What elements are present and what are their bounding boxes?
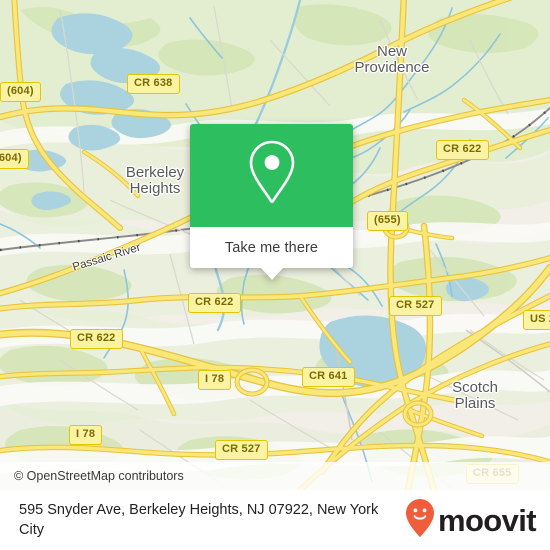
road-shield-cr-622-sw: CR 622: [70, 329, 123, 349]
attribution-text: © OpenStreetMap contributors: [14, 469, 184, 483]
place-label-new-providence: New Providence: [354, 43, 430, 76]
road-shield-604-upper: (604): [0, 82, 41, 102]
map-screenshot-root: New Providence Berkeley Heights Scotch P…: [0, 0, 550, 550]
road-shield-cr-622-mid: CR 622: [188, 293, 241, 313]
place-label-scotch-plains: Scotch Plains: [452, 379, 498, 412]
location-popup[interactable]: Take me there: [190, 124, 353, 280]
road-shield-604-lower: (604): [0, 149, 29, 169]
road-shield-i-78-mid: I 78: [198, 370, 232, 390]
moovit-wordmark: moovit: [437, 502, 537, 538]
map-attribution[interactable]: © OpenStreetMap contributors: [0, 462, 550, 490]
road-shield-cr-622-ne: CR 622: [436, 140, 489, 160]
road-shield-cr-641: CR 641: [302, 367, 355, 387]
popup-header: [190, 124, 353, 227]
popup-action-bar[interactable]: Take me there: [190, 227, 353, 268]
map-canvas[interactable]: New Providence Berkeley Heights Scotch P…: [0, 0, 550, 490]
road-shield-cr-638: CR 638: [127, 74, 180, 94]
road-shield-655: (655): [367, 211, 408, 231]
take-me-there-label: Take me there: [224, 239, 319, 256]
footer-bar: 595 Snyder Ave, Berkeley Heights, NJ 079…: [0, 490, 550, 550]
road-shield-i-78-sw: I 78: [69, 425, 103, 445]
moovit-smiling-pin-logo-icon: [405, 498, 435, 543]
address-text: 595 Snyder Ave, Berkeley Heights, NJ 079…: [19, 502, 379, 538]
road-shield-cr-527-upper: CR 527: [389, 296, 442, 316]
road-shield-us-22: US 22: [523, 310, 550, 330]
map-pin-icon: [244, 138, 300, 213]
road-shield-cr-527-lower: CR 527: [215, 440, 268, 460]
popup-tail-pointer: [260, 268, 283, 280]
moovit-brand[interactable]: moovit: [405, 498, 537, 543]
